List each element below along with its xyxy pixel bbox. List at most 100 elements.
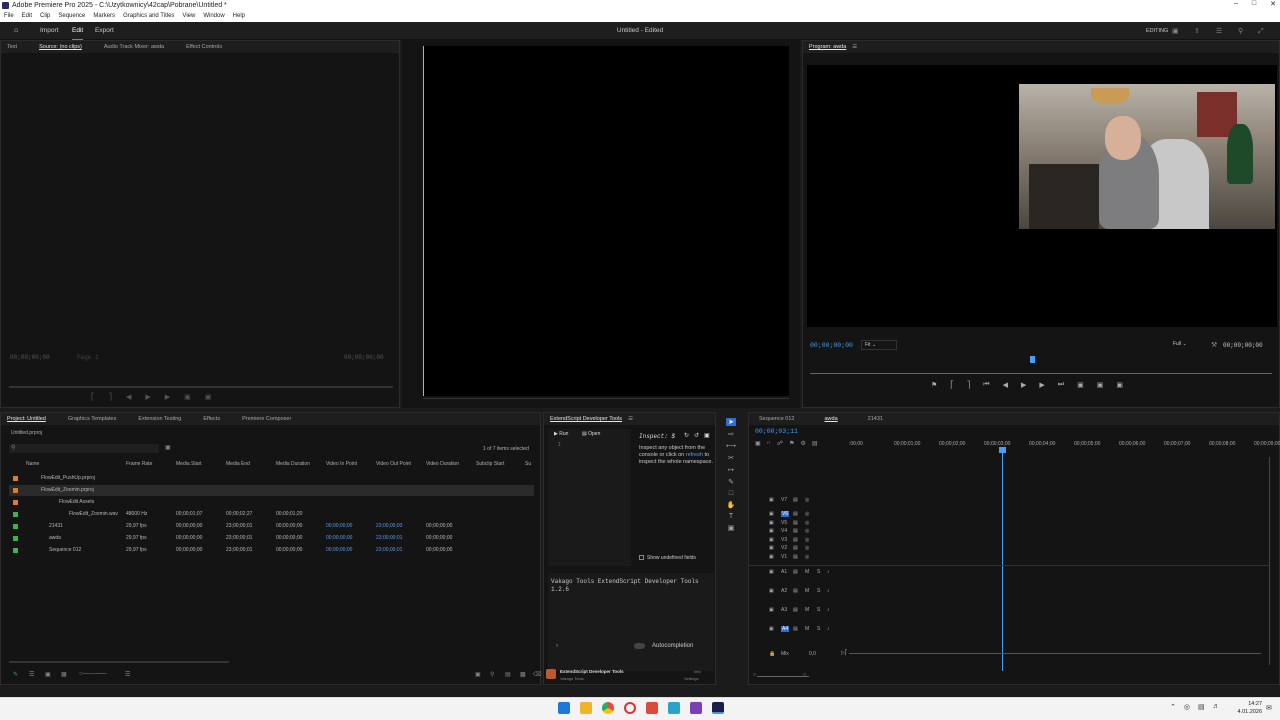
- taskbar-clock[interactable]: 14:27 4.01.2026: [1228, 700, 1262, 716]
- toggle-output-icon[interactable]: ▤: [793, 497, 798, 503]
- video-track-header[interactable]: ▣ V6 ▤ ◎: [759, 511, 849, 519]
- close-icon[interactable]: ✕: [1270, 0, 1276, 11]
- time-ruler[interactable]: :00;00 00;00;01;00 00;00;02;00 00;00;03;00 0…: [849, 440, 1280, 450]
- workspace-edit[interactable]: Edit: [72, 22, 84, 40]
- mute-button[interactable]: M: [805, 569, 809, 575]
- show-undefined-checkbox[interactable]: [639, 555, 644, 560]
- expand-icon[interactable]: ▣: [704, 432, 710, 439]
- step-forward-icon[interactable]: ▶: [165, 393, 170, 403]
- file-explorer-icon[interactable]: [580, 702, 592, 714]
- menu-edit[interactable]: Edit: [22, 11, 32, 22]
- eye-icon[interactable]: ◎: [805, 528, 809, 534]
- project-row[interactable]: FlowEdit Assets: [9, 497, 534, 508]
- program-playhead[interactable]: [1030, 356, 1035, 363]
- settings-icon[interactable]: ☰: [1216, 27, 1222, 36]
- audio-track-header[interactable]: ▣ A4 ▤ M S ♪: [759, 626, 849, 636]
- captions-icon[interactable]: ▤: [812, 440, 818, 449]
- toggle-output-icon[interactable]: ▤: [793, 545, 798, 551]
- col-su[interactable]: Su: [525, 461, 531, 467]
- eye-icon[interactable]: ◎: [805, 554, 809, 560]
- tab-source[interactable]: Source: (no clips): [39, 41, 82, 53]
- step-back-icon[interactable]: ◀: [1003, 381, 1008, 391]
- track-lock-icon[interactable]: ▣: [769, 511, 774, 517]
- mic-icon[interactable]: ♪: [827, 569, 830, 575]
- label-color-swatch[interactable]: [13, 512, 18, 517]
- tab-extension-testing[interactable]: Extension Testing: [138, 413, 181, 425]
- pen-tool-icon[interactable]: ✎: [728, 478, 734, 486]
- new-item-icon[interactable]: ▩: [520, 671, 526, 678]
- track-label[interactable]: A1: [781, 569, 787, 575]
- home-icon[interactable]: ⌂: [14, 26, 18, 35]
- mute-button[interactable]: M: [805, 588, 809, 594]
- label-color-swatch[interactable]: [13, 536, 18, 541]
- program-menu-icon[interactable]: ☰: [852, 41, 857, 53]
- tab-21431[interactable]: 21431: [868, 413, 883, 425]
- devtools-menu-icon[interactable]: ☰: [628, 413, 633, 425]
- step-forward-icon[interactable]: ▶: [1039, 381, 1044, 391]
- playhead-handle[interactable]: [999, 447, 1006, 453]
- cell-vi[interactable]: 00;00;00;00: [326, 535, 352, 541]
- timeline-vscroll[interactable]: [1269, 457, 1270, 665]
- slip-tool-icon[interactable]: ↦: [728, 466, 734, 474]
- mark-in-icon[interactable]: ⎡: [91, 393, 95, 403]
- minimize-icon[interactable]: –: [1234, 0, 1238, 11]
- project-row[interactable]: awda 29,97 fps 00;00;00;00 23;00;00;01 00;00…: [9, 533, 534, 544]
- col-video-duration[interactable]: Video Duration: [426, 461, 459, 467]
- track-label[interactable]: V2: [781, 545, 787, 551]
- label-color-swatch[interactable]: [13, 524, 18, 529]
- refresh-icon[interactable]: ↻: [684, 432, 689, 439]
- add-marker-icon[interactable]: ⚑: [931, 381, 937, 391]
- premiere-taskbar-icon[interactable]: [712, 702, 724, 714]
- mic-icon[interactable]: ♪: [827, 626, 830, 632]
- tab-audio-mixer[interactable]: Audio Track Mixer: awda: [104, 41, 164, 53]
- app-red-icon[interactable]: [646, 702, 658, 714]
- mark-out-icon[interactable]: ⎤: [109, 393, 113, 403]
- cell-vo[interactable]: 23;00;00;01: [376, 535, 402, 541]
- freeform-view-icon[interactable]: ▦: [61, 671, 67, 678]
- col-media-end[interactable]: Media End: [226, 461, 250, 467]
- workspace-import[interactable]: Import: [40, 22, 58, 40]
- cell-vo[interactable]: 23;00;00;01: [376, 547, 402, 553]
- col-name[interactable]: Name: [26, 461, 39, 467]
- maximize-icon[interactable]: □: [1252, 0, 1256, 11]
- share-icon[interactable]: ⇧: [1194, 27, 1200, 36]
- editing-mode[interactable]: EDITING: [1146, 22, 1168, 40]
- toggle-output-icon[interactable]: ▤: [793, 554, 798, 560]
- track-lock-icon[interactable]: ▣: [769, 588, 774, 594]
- tab-premiere-composer[interactable]: Premiere Composer: [242, 413, 291, 425]
- solo-button[interactable]: S: [817, 588, 820, 594]
- track-lock-icon[interactable]: ▣: [769, 537, 774, 543]
- cell-vo[interactable]: 23;00;00;03: [376, 523, 402, 529]
- tab-devtools[interactable]: ExtendScript Developer Tools: [550, 413, 622, 425]
- zoom-slider[interactable]: ○————: [79, 671, 107, 677]
- timeline-playhead[interactable]: [1002, 449, 1003, 671]
- mark-out-icon[interactable]: ⎤: [967, 381, 971, 391]
- tray-app-icon[interactable]: ◎: [1184, 703, 1190, 711]
- timeline-timecode[interactable]: 00;00;03;11: [755, 428, 798, 435]
- export-frame-icon[interactable]: ▣: [1116, 381, 1123, 391]
- track-lock-icon[interactable]: ▣: [769, 520, 774, 526]
- tab-graphics-templates[interactable]: Graphics Templates: [68, 413, 117, 425]
- menu-window[interactable]: Window: [203, 11, 224, 22]
- autocompletion-toggle[interactable]: [634, 643, 645, 649]
- pencil-icon[interactable]: ✎: [13, 671, 18, 678]
- toggle-output-icon[interactable]: ▤: [793, 520, 798, 526]
- col-media-start[interactable]: Media Start: [176, 461, 202, 467]
- menu-sequence[interactable]: Sequence: [58, 11, 85, 22]
- add-marker-icon[interactable]: ⚑: [789, 440, 794, 449]
- inspect-refresh-link[interactable]: refresh: [686, 452, 703, 458]
- program-quality-select[interactable]: Full ⌄: [1173, 340, 1201, 350]
- mic-icon[interactable]: ♪: [827, 607, 830, 613]
- eye-icon[interactable]: ◎: [805, 537, 809, 543]
- automate-icon[interactable]: ▣: [475, 671, 481, 678]
- toggle-output-icon[interactable]: ▤: [793, 607, 798, 613]
- tab-sequence-012[interactable]: Sequence 012: [759, 413, 794, 425]
- col-video-in[interactable]: Video In Point: [326, 461, 357, 467]
- hand-tool-icon[interactable]: ✋: [727, 501, 736, 509]
- nest-icon[interactable]: ▣: [755, 440, 761, 449]
- track-label[interactable]: V1: [781, 554, 787, 560]
- track-lock-icon[interactable]: ▣: [769, 497, 774, 503]
- solo-button[interactable]: S: [817, 607, 820, 613]
- footer-info[interactable]: Info: [694, 669, 701, 674]
- start-icon[interactable]: [558, 702, 570, 714]
